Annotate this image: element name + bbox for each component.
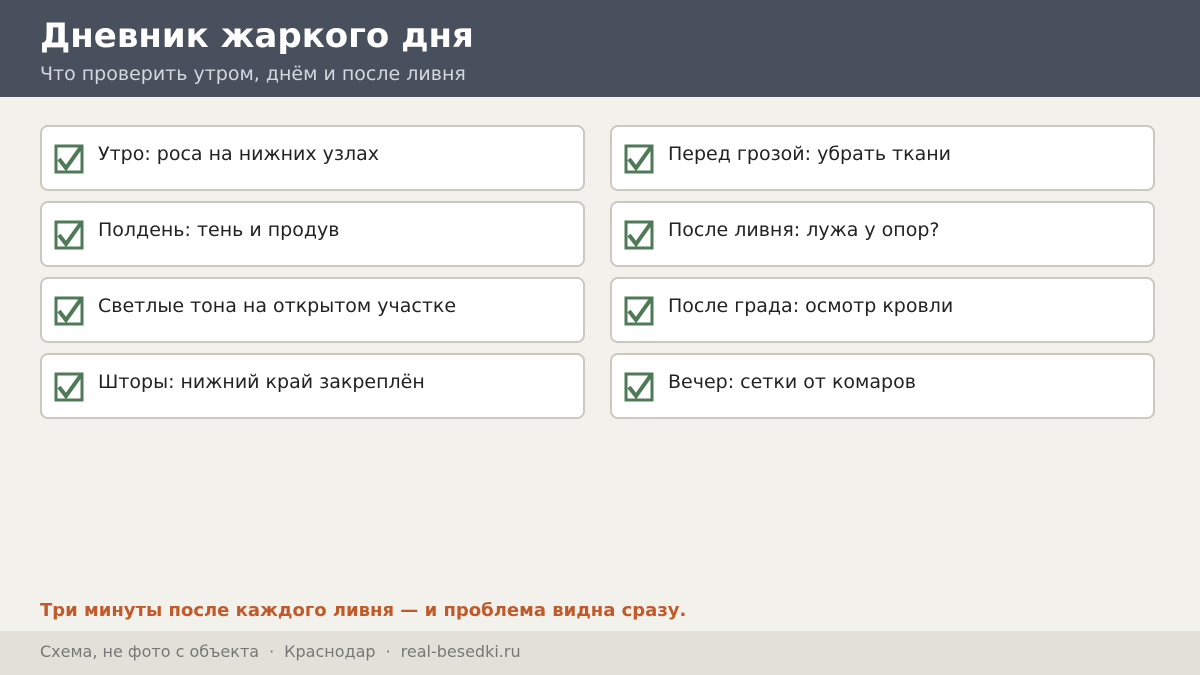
- checkbox-checked-icon[interactable]: [54, 372, 84, 402]
- footer-note: Схема, не фото с объекта: [40, 642, 260, 661]
- checklist-item-label: После ливня: лужа у опор?: [668, 219, 940, 241]
- footer: Схема, не фото с объекта · Краснодар · real-…: [0, 631, 1200, 675]
- footer-text: Схема, не фото с объекта · Краснодар · real-…: [40, 642, 521, 661]
- checklist-item[interactable]: После ливня: лужа у опор?: [610, 201, 1155, 267]
- checklist-item[interactable]: Вечер: сетки от комаров: [610, 353, 1155, 419]
- checkbox-checked-icon[interactable]: [624, 296, 654, 326]
- checklist-item[interactable]: После града: осмотр кровли: [610, 277, 1155, 343]
- checkbox-checked-icon[interactable]: [54, 220, 84, 250]
- checklist-item-label: После града: осмотр кровли: [668, 295, 954, 317]
- checkbox-checked-icon[interactable]: [624, 144, 654, 174]
- checklist-item-label: Шторы: нижний край закреплён: [98, 371, 425, 393]
- footer-separator: ·: [269, 642, 275, 661]
- page-title: Дневник жаркого дня: [40, 16, 474, 56]
- footer-separator: ·: [385, 642, 391, 661]
- checkbox-checked-icon[interactable]: [624, 372, 654, 402]
- footer-city: Краснодар: [284, 642, 376, 661]
- checkbox-checked-icon[interactable]: [54, 296, 84, 326]
- checklist-item[interactable]: Перед грозой: убрать ткани: [610, 125, 1155, 191]
- checkbox-checked-icon[interactable]: [624, 220, 654, 250]
- checklist-item[interactable]: Шторы: нижний край закреплён: [40, 353, 585, 419]
- footer-site-link[interactable]: real-besedki.ru: [401, 642, 521, 661]
- checklist-item-label: Светлые тона на открытом участке: [98, 295, 457, 317]
- tagline: Три минуты после каждого ливня — и пробл…: [40, 600, 687, 621]
- checklist-item-label: Вечер: сетки от комаров: [668, 371, 916, 393]
- checklist-item[interactable]: Полдень: тень и продув: [40, 201, 585, 267]
- checklist-item-label: Перед грозой: убрать ткани: [668, 143, 952, 165]
- checklist-item[interactable]: Утро: роса на нижних узлах: [40, 125, 585, 191]
- header: Дневник жаркого дня Что проверить утром,…: [0, 0, 1200, 97]
- checklist-item-label: Утро: роса на нижних узлах: [98, 143, 380, 165]
- checkbox-checked-icon[interactable]: [54, 144, 84, 174]
- checklist-item-label: Полдень: тень и продув: [98, 219, 340, 241]
- page-subtitle: Что проверить утром, днём и после ливня: [40, 63, 466, 85]
- checklist-item[interactable]: Светлые тона на открытом участке: [40, 277, 585, 343]
